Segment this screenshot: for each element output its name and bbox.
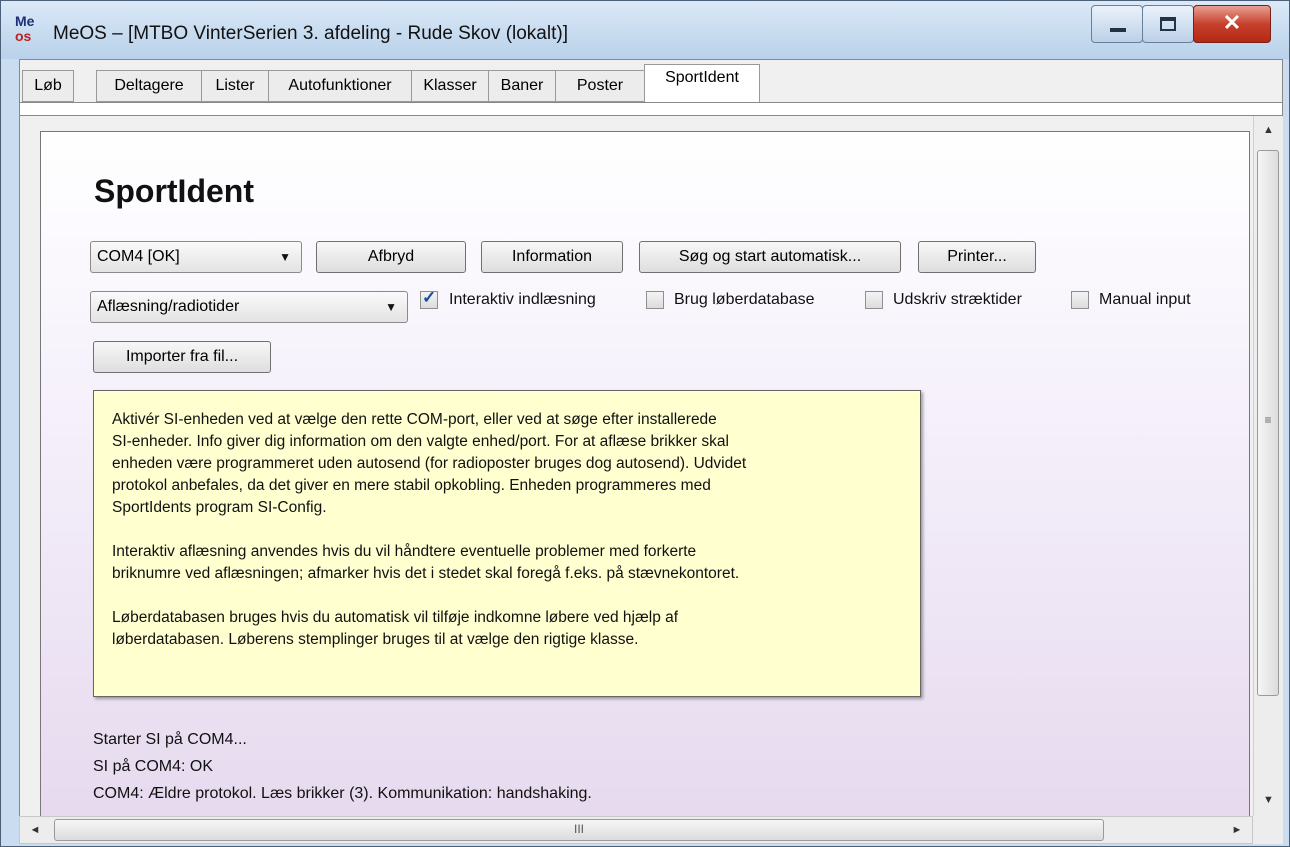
vertical-scroll-thumb[interactable]: ≡ (1257, 150, 1279, 696)
meos-window: Me os MeOS – [MTBO VinterSerien 3. afdel… (0, 0, 1290, 847)
info-line: protokol anbefales, da det giver en mere… (112, 477, 711, 494)
tab-strip: Løb Deltagere Lister Autofunktioner Klas… (19, 59, 1283, 104)
interactive-readout-label[interactable]: Interaktiv indlæsning (449, 291, 596, 309)
manual-input-checkbox[interactable] (1071, 291, 1089, 309)
checkmark-icon: ✓ (422, 288, 437, 307)
arrow-down-icon[interactable]: ▼ (1254, 786, 1283, 814)
arrow-right-icon[interactable]: ► (1222, 817, 1252, 843)
info-box: Aktivér SI-enheden ved at vælge den rett… (93, 390, 921, 697)
close-button[interactable]: ✕ (1193, 5, 1271, 43)
app-icon-text-bottom: os (15, 28, 32, 44)
info-line: enheden være programmeret uden autosend … (112, 455, 747, 472)
import-file-button[interactable]: Importer fra fil... (93, 341, 271, 373)
horizontal-scroll-thumb[interactable]: III (54, 819, 1104, 841)
print-splits-checkbox[interactable] (865, 291, 883, 309)
info-line: SportIdents program SI-Config. (112, 499, 327, 516)
disconnect-button[interactable]: Afbryd (316, 241, 466, 273)
tab-deltagere[interactable]: Deltagere (96, 70, 202, 102)
grip-icon: III (573, 822, 584, 836)
printer-button[interactable]: Printer... (918, 241, 1036, 273)
information-button[interactable]: Information (481, 241, 623, 273)
maximize-icon (1160, 17, 1176, 31)
manual-input-label[interactable]: Manual input (1099, 291, 1191, 309)
tab-sportident[interactable]: SportIdent (644, 64, 760, 104)
page-title: SportIdent (94, 173, 254, 209)
tab-lob[interactable]: Løb (22, 70, 74, 102)
print-splits-label[interactable]: Udskriv stræktider (893, 291, 1022, 309)
tab-page-border (19, 102, 1283, 116)
title-bar[interactable]: Me os MeOS – [MTBO VinterSerien 3. afdel… (1, 1, 1289, 59)
info-line: løberdatabasen. Løberens stemplinger bru… (112, 631, 639, 648)
interactive-readout-checkbox[interactable]: ✓ (420, 288, 438, 309)
info-line: briknumre ved aflæsningen; afmarker hvis… (112, 565, 740, 582)
size-grip-icon[interactable] (1253, 816, 1283, 844)
tab-autofunktioner[interactable]: Autofunktioner (268, 70, 412, 102)
tab-lister[interactable]: Lister (201, 70, 269, 102)
info-line: Aktivér SI-enheden ved at vælge den rett… (112, 411, 717, 428)
meos-app-icon: Me os (15, 14, 45, 48)
window-title: MeOS – [MTBO VinterSerien 3. afdeling - … (53, 23, 568, 44)
close-icon: ✕ (1222, 10, 1242, 35)
log-line: Starter SI på COM4... (93, 731, 247, 748)
runner-database-label[interactable]: Brug løberdatabase (674, 291, 815, 309)
arrow-up-icon[interactable]: ▲ (1254, 116, 1283, 144)
info-line: SI-enheder. Info giver dig information o… (112, 433, 729, 450)
log-line: COM4: Ældre protokol. Læs brikker (3). K… (93, 785, 592, 802)
window-controls: ✕ (1091, 5, 1271, 43)
runner-database-checkbox[interactable] (646, 291, 664, 309)
minimize-button[interactable] (1091, 5, 1143, 43)
tab-baner[interactable]: Baner (488, 70, 556, 102)
vertical-scrollbar[interactable]: ▲ ≡ ▼ (1253, 116, 1283, 816)
mode-select[interactable]: Aflæsning/radiotider ▼ (90, 291, 408, 323)
maximize-button[interactable] (1142, 5, 1194, 43)
com-port-value: COM4 [OK] (97, 248, 180, 265)
horizontal-scrollbar[interactable]: ◄ III ► (19, 816, 1253, 844)
log-line: SI på COM4: OK (93, 758, 214, 775)
app-icon-text-top: Me (15, 13, 35, 29)
chevron-down-icon: ▼ (385, 300, 397, 314)
grip-icon: ≡ (1264, 413, 1272, 427)
chevron-down-icon: ▼ (279, 250, 291, 264)
com-port-select[interactable]: COM4 [OK] ▼ (90, 241, 302, 273)
mode-value: Aflæsning/radiotider (97, 298, 240, 315)
minimize-icon (1110, 28, 1126, 32)
info-line: Interaktiv aflæsning anvendes hvis du vi… (112, 543, 697, 560)
info-line: Løberdatabasen bruges hvis du automatisk… (112, 609, 679, 626)
tab-klasser[interactable]: Klasser (411, 70, 489, 102)
arrow-left-icon[interactable]: ◄ (20, 817, 50, 843)
auto-search-button[interactable]: Søg og start automatisk... (639, 241, 901, 273)
tab-poster[interactable]: Poster (555, 70, 645, 102)
